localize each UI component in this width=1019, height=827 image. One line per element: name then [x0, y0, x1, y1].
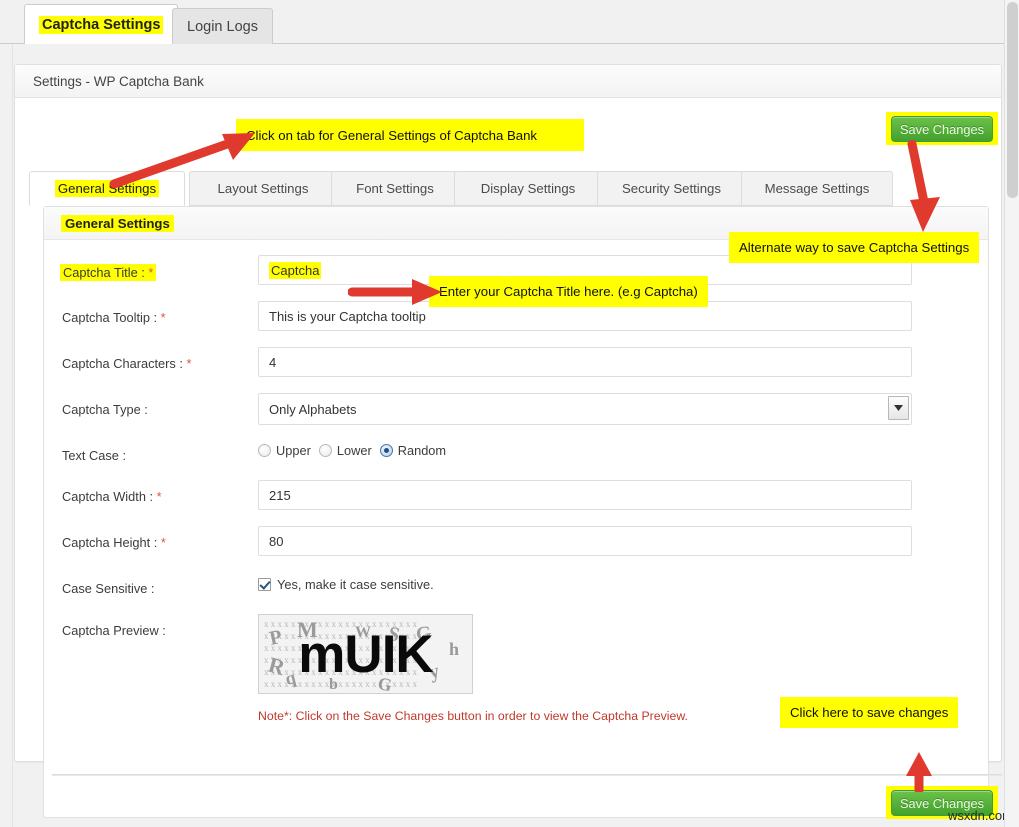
annotation-alternate-save: Alternate way to save Captcha Settings: [729, 232, 979, 263]
plugin-tab-security-settings[interactable]: Security Settings: [597, 171, 746, 206]
select-captcha-type-value: Only Alphabets: [269, 402, 356, 417]
required-mark: *: [161, 535, 166, 550]
tab-captcha-settings-label: Captcha Settings: [39, 16, 163, 34]
screenshot-root: Captcha Settings Login Logs Settings - W…: [0, 0, 1019, 827]
radio-text-case-lower-label: Lower: [337, 443, 372, 458]
input-captcha-characters[interactable]: 4: [258, 347, 912, 377]
row-captcha-characters: Captcha Characters : * 4: [44, 347, 988, 393]
plugin-tab-message-settings-label: Message Settings: [765, 181, 870, 196]
general-settings-heading: General Settings: [61, 215, 174, 232]
input-captcha-width[interactable]: 215: [258, 480, 912, 510]
input-captcha-title-value: Captcha: [269, 262, 321, 279]
plugin-tab-general-settings[interactable]: General Settings: [29, 171, 185, 206]
required-mark: *: [148, 265, 153, 280]
radio-dot-icon: [319, 444, 332, 457]
checkbox-case-sensitive-label: Yes, make it case sensitive.: [277, 577, 434, 592]
panel-header: Settings - WP Captcha Bank: [15, 65, 1001, 98]
annotation-alternate-save-label: Alternate way to save Captcha Settings: [739, 240, 969, 255]
label-captcha-tooltip: Captcha Tooltip : *: [62, 310, 166, 325]
chevron-down-icon[interactable]: [888, 396, 909, 420]
annotation-tab-hint: Click on tab for General Settings of Cap…: [236, 119, 584, 151]
radio-dot-selected-icon: [380, 444, 393, 457]
plugin-tab-layout-settings[interactable]: Layout Settings: [189, 171, 337, 206]
required-mark: *: [186, 356, 191, 371]
label-captcha-type: Captcha Type :: [62, 402, 148, 417]
checkmark-icon: [258, 578, 271, 591]
row-captcha-width: Captcha Width : * 215: [44, 480, 988, 526]
row-captcha-preview: Captcha Preview : x x x x x x x x x x x …: [44, 614, 988, 704]
input-captcha-characters-value: 4: [269, 355, 276, 370]
plugin-tab-display-settings-label: Display Settings: [481, 181, 576, 196]
row-text-case: Text Case : Upper Lower Random: [44, 439, 988, 485]
label-captcha-width: Captcha Width : *: [62, 489, 162, 504]
input-captcha-width-value: 215: [269, 488, 291, 503]
radio-text-case-lower[interactable]: Lower: [319, 443, 372, 458]
radio-text-case-random[interactable]: Random: [380, 443, 446, 458]
tab-captcha-settings[interactable]: Captcha Settings: [24, 4, 178, 44]
radio-text-case-upper[interactable]: Upper: [258, 443, 311, 458]
radio-group-text-case: Upper Lower Random: [258, 443, 454, 458]
row-captcha-height: Captcha Height : * 80: [44, 526, 988, 572]
footer-divider: [52, 774, 1002, 776]
tab-login-logs[interactable]: Login Logs: [172, 8, 273, 44]
label-captcha-height: Captcha Height : *: [62, 535, 166, 550]
annotation-save-hint-label: Click here to save changes: [790, 705, 948, 720]
radio-text-case-upper-label: Upper: [276, 443, 311, 458]
radio-dot-icon: [258, 444, 271, 457]
save-changes-button-top-label: Save Changes: [900, 122, 984, 137]
captcha-preview-text: mUIK: [259, 615, 472, 693]
input-captcha-height[interactable]: 80: [258, 526, 912, 556]
checkbox-case-sensitive[interactable]: Yes, make it case sensitive.: [258, 577, 434, 592]
label-captcha-title: Captcha Title : *: [60, 264, 156, 281]
required-mark: *: [161, 310, 166, 325]
plugin-tab-general-settings-label: General Settings: [55, 180, 159, 197]
row-case-sensitive: Case Sensitive : Yes, make it case sensi…: [44, 572, 988, 618]
row-captcha-type: Captcha Type : Only Alphabets: [44, 393, 988, 439]
label-case-sensitive: Case Sensitive :: [62, 581, 154, 596]
label-captcha-preview: Captcha Preview :: [62, 623, 166, 638]
annotation-save-hint: Click here to save changes: [780, 697, 958, 728]
plugin-tab-row: General Settings Layout Settings Font Se…: [29, 171, 989, 206]
plugin-tab-security-settings-label: Security Settings: [622, 181, 721, 196]
save-changes-button-top[interactable]: Save Changes: [891, 116, 993, 142]
select-captcha-type[interactable]: Only Alphabets: [258, 393, 912, 425]
annotation-title-hint-label: Enter your Captcha Title here. (e.g Capt…: [439, 284, 698, 299]
panel-title: Settings - WP Captcha Bank: [33, 74, 204, 89]
row-captcha-tooltip: Captcha Tooltip : * This is your Captcha…: [44, 301, 988, 347]
tab-login-logs-label: Login Logs: [187, 19, 258, 35]
plugin-tab-font-settings-label: Font Settings: [356, 181, 434, 196]
input-captcha-height-value: 80: [269, 534, 283, 549]
left-gutter: [0, 44, 13, 827]
label-text-case: Text Case :: [62, 448, 126, 463]
plugin-tab-display-settings[interactable]: Display Settings: [454, 171, 602, 206]
annotation-title-hint: Enter your Captcha Title here. (e.g Capt…: [429, 276, 708, 307]
radio-text-case-random-label: Random: [398, 443, 446, 458]
vertical-scrollbar[interactable]: [1004, 0, 1019, 827]
captcha-preview-image: x x x x x x x x x x x x x x x x x x x x …: [258, 614, 473, 694]
scrollbar-thumb[interactable]: [1007, 2, 1018, 198]
top-tab-strip: Captcha Settings Login Logs: [0, 0, 1019, 44]
annotation-tab-hint-label: Click on tab for General Settings of Cap…: [246, 128, 537, 143]
label-captcha-characters: Captcha Characters : *: [62, 356, 191, 371]
captcha-preview-note: Note*: Click on the Save Changes button …: [258, 709, 688, 723]
plugin-tab-layout-settings-label: Layout Settings: [218, 181, 309, 196]
plugin-tab-message-settings[interactable]: Message Settings: [741, 171, 893, 206]
required-mark: *: [157, 489, 162, 504]
plugin-tab-font-settings[interactable]: Font Settings: [331, 171, 459, 206]
input-captcha-tooltip-value: This is your Captcha tooltip: [269, 309, 426, 324]
settings-panel: Settings - WP Captcha Bank General Setti…: [14, 64, 1002, 762]
